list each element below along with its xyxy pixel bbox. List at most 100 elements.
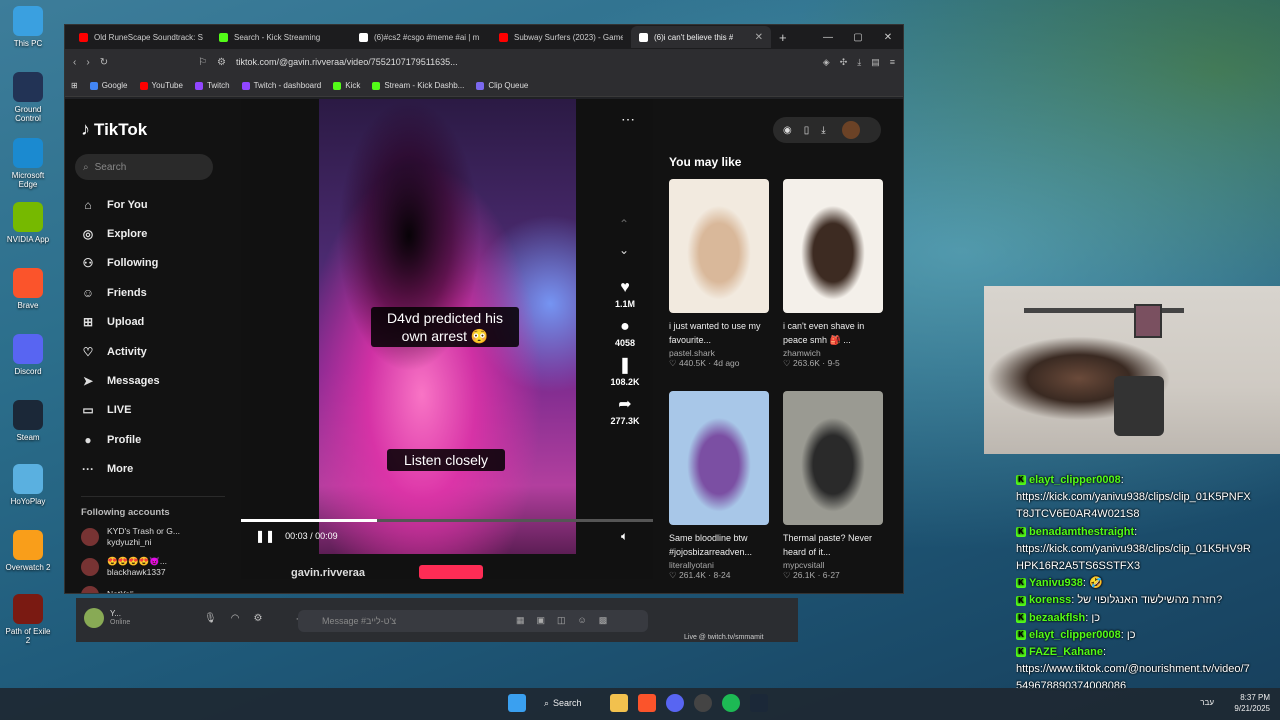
nav-item-profile[interactable]: ● Profile [81, 425, 225, 454]
bookmark-item[interactable]: Clip Queue [476, 81, 528, 90]
download-icon[interactable]: ⤓ [857, 57, 861, 68]
browser-tab[interactable]: Old RuneScape Soundtrack: S [71, 26, 211, 48]
coin-icon[interactable]: ◉ [783, 125, 792, 136]
save-icon[interactable]: ❚ [603, 357, 647, 375]
desktop-icon[interactable]: This PC [4, 6, 52, 48]
video-progress[interactable] [241, 519, 653, 522]
url-field[interactable]: tiktok.com/@gavin.rivveraa/video/7552107… [236, 57, 476, 67]
obs-taskbar-icon[interactable] [694, 694, 712, 712]
discord-taskbar-icon[interactable] [666, 694, 684, 712]
scroll-up-icon[interactable]: ⌃ [619, 217, 629, 231]
back-icon[interactable]: ‹ [73, 57, 76, 68]
follow-button[interactable] [419, 565, 483, 579]
language-indicator[interactable]: עבר [1200, 698, 1214, 707]
menu-icon[interactable]: ≡ [890, 57, 895, 68]
desktop-icon[interactable]: Discord [4, 334, 52, 376]
desktop-icon-label: This PC [13, 39, 43, 48]
uploader-name[interactable]: gavin.rivveraa [291, 567, 365, 579]
maximize-button[interactable]: ▢ [843, 32, 873, 43]
tab-close-icon[interactable]: ✕ [755, 32, 763, 43]
search-input[interactable]: ⌕ Search [75, 154, 213, 180]
following-account[interactable]: KYD's Trash or G... kydyuzhi_ni [81, 526, 225, 548]
bookmark-item[interactable]: Google [89, 81, 128, 90]
desktop-icon[interactable]: Steam [4, 400, 52, 442]
nav-item-messages[interactable]: ➤Messages6 [81, 366, 225, 395]
nav-item-for-you[interactable]: ⌂ For You [81, 190, 225, 219]
gift-icon[interactable]: ▦ [516, 615, 525, 626]
like-icon[interactable]: ♥ [603, 279, 647, 297]
bookmark-item[interactable]: YouTube [139, 81, 183, 90]
clock[interactable]: 8:37 PM 9/21/2025 [1234, 692, 1270, 714]
following-account[interactable]: NotYali [81, 585, 225, 593]
sidebar-icon[interactable]: ▤ [871, 57, 880, 68]
nav-item-explore[interactable]: ◎ Explore [81, 219, 225, 248]
steam-taskbar-icon[interactable] [750, 694, 768, 712]
desktop-icon[interactable]: Brave [4, 268, 52, 310]
download-app-icon[interactable]: ⤓ [821, 125, 825, 136]
file-explorer-icon[interactable] [610, 694, 628, 712]
tiktok-logo[interactable]: ♪ TikTok [81, 119, 225, 140]
desktop-icon[interactable]: Ground Control [4, 72, 52, 123]
reload-icon[interactable]: ↻ [100, 57, 108, 68]
discord-live-label[interactable]: Live @ twitch.tv/smmamit [684, 634, 763, 641]
video-frame[interactable]: D4vd predicted his own arrest 😳 Listen c… [319, 99, 576, 554]
nav-item-more[interactable]: ··· More [81, 455, 225, 484]
nav-item-upload[interactable]: ⊞ Upload [81, 308, 225, 337]
card-likes: 26.1K [792, 570, 816, 580]
browser-tab[interactable]: Subway Surfers (2023) - Game [491, 26, 631, 48]
nav-item-friends[interactable]: ☺ Friends [81, 278, 225, 307]
extensions-icon[interactable]: ✣ [840, 57, 848, 68]
brave-taskbar-icon[interactable] [638, 694, 656, 712]
share-icon[interactable]: ➦ [603, 396, 647, 414]
following-account[interactable]: 😍😍😍😍😈... blackhawk1337 [81, 556, 225, 578]
profile-avatar[interactable] [841, 121, 860, 139]
gif-icon[interactable]: ▣ [537, 615, 546, 626]
tab-label: (6)#cs2 #csgo #meme #ai | m [374, 32, 480, 42]
nav-item-activity[interactable]: ♡ Activity [81, 337, 225, 366]
sticker-icon[interactable]: ◫ [557, 615, 566, 626]
device-icon[interactable]: ▯ [804, 125, 810, 136]
bookmark-item[interactable]: Twitch [194, 81, 230, 90]
bookmark-item[interactable]: Twitch - dashboard [241, 81, 321, 90]
forward-icon[interactable]: › [86, 57, 89, 68]
desktop-icon[interactable]: NVIDIA App [4, 202, 52, 244]
scroll-down-icon[interactable]: ⌄ [619, 243, 629, 257]
browser-tab[interactable]: (6)#cs2 #csgo #meme #ai | m [351, 26, 491, 48]
comment-icon[interactable]: ● [603, 318, 647, 336]
taskbar-search[interactable]: ⌕ Search [536, 698, 600, 709]
recommended-video-card[interactable]: i can't even shave in peace smh 🎒 ... zha… [783, 179, 883, 369]
browser-tab[interactable]: (6)i can't believe this # ✕ [631, 26, 771, 48]
desktop-icon[interactable]: Path of Exile 2 [4, 594, 52, 645]
discord-avatar[interactable] [84, 608, 104, 628]
windows-start-icon[interactable] [508, 694, 526, 712]
shield-icon[interactable]: ◈ [823, 57, 830, 68]
spotify-taskbar-icon[interactable] [722, 694, 740, 712]
emoji-icon[interactable]: ☺ [578, 615, 587, 626]
pause-icon[interactable]: ❚❚ [255, 529, 275, 543]
nav-item-live[interactable]: ▭ LIVE [81, 396, 225, 425]
minimize-button[interactable]: — [813, 32, 843, 43]
bookmark-item[interactable]: Kick [333, 81, 360, 90]
more-options-icon[interactable]: ⋯ [621, 111, 636, 128]
bookmark-icon[interactable]: ⚐ [198, 57, 207, 68]
apps-icon[interactable]: ⊞ [71, 81, 78, 90]
site-settings-icon[interactable]: ⚙ [217, 57, 226, 68]
recommended-video-card[interactable]: i just wanted to use my favourite... past… [669, 179, 769, 369]
recommended-video-card[interactable]: Thermal paste? Never heard of it... mypcv… [783, 391, 883, 581]
new-tab-button[interactable]: + [771, 30, 795, 45]
close-window-button[interactable]: ✕ [873, 32, 903, 43]
volume-icon[interactable]: 🔈︎ [621, 529, 628, 544]
recommended-video-card[interactable]: Same bloodline btw #jojosbizarreadven...… [669, 391, 769, 581]
nav-item-label: Upload [107, 316, 145, 329]
account-text: KYD's Trash or G... kydyuzhi_ni [107, 526, 180, 548]
microphone-icon[interactable]: 🎙︎ [204, 613, 217, 624]
apps-game-icon[interactable]: ▩ [599, 615, 608, 626]
bookmark-item[interactable]: Stream - Kick Dashb... [372, 81, 464, 90]
nav-item-following[interactable]: ⚇ Following [81, 249, 225, 278]
settings-gear-icon[interactable]: ⚙ [253, 613, 262, 624]
headphones-icon[interactable]: ◠ [231, 613, 240, 624]
browser-tab[interactable]: Search - Kick Streaming [211, 26, 351, 48]
desktop-icon[interactable]: Microsoft Edge [4, 138, 52, 189]
desktop-icon[interactable]: HoYoPlay [4, 464, 52, 506]
desktop-icon[interactable]: Overwatch 2 [4, 530, 52, 572]
